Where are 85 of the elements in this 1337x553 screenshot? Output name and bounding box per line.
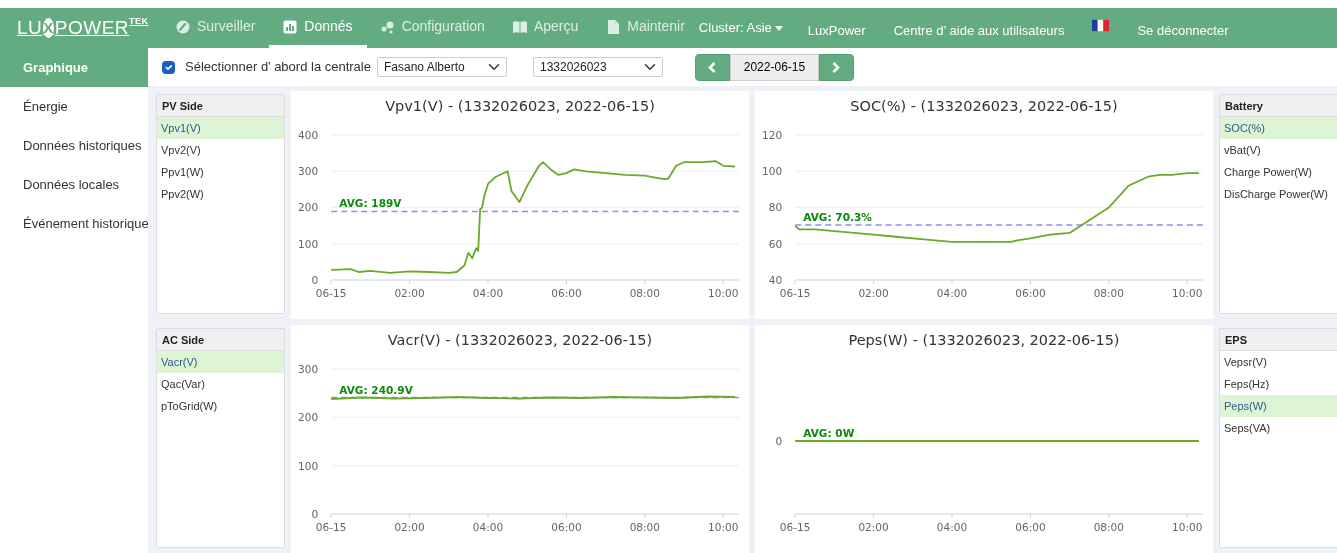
y-tick-label: 200 [298, 411, 319, 424]
average-label: AVG: 240.9V [339, 383, 413, 396]
x-tick-label: 08:00 [1093, 287, 1125, 299]
flag-icon [1092, 18, 1110, 32]
y-tick-label: 40 [768, 274, 783, 286]
select-first-label: Sélectionner d’ abord la centrale [185, 58, 371, 77]
chart-title: Vpv1(V) - (1332026023, 2022-06-15) [384, 97, 656, 116]
series-item[interactable]: Seps(VA) [1220, 417, 1337, 439]
x-tick-label: 06-15 [779, 521, 811, 533]
x-tick-label: 04:00 [936, 521, 968, 533]
x-tick-label: 08:00 [629, 521, 661, 533]
y-tick-label: 60 [768, 237, 783, 250]
x-tick-label: 06-15 [779, 287, 811, 299]
bar-chart-icon [283, 19, 298, 34]
list-header: EPS [1220, 329, 1337, 351]
sidebar-item[interactable]: Données historiques [0, 126, 148, 165]
date-field[interactable]: 2022-06-15 [729, 53, 819, 81]
x-tick-label: 02:00 [858, 521, 889, 533]
chevron-right-icon [832, 61, 841, 73]
y-tick-label: 200 [298, 201, 319, 214]
x-tick-label: 10:00 [1172, 287, 1203, 299]
x-tick-label: 06:00 [551, 287, 582, 299]
y-tick-label: 300 [298, 363, 319, 375]
x-tick-label: 02:00 [394, 521, 425, 533]
sidebar-item[interactable]: Événement historique [0, 204, 148, 243]
select-first-checkbox[interactable] [162, 60, 175, 74]
series-item[interactable]: pToGrid(W) [157, 395, 284, 417]
x-tick-label: 06-15 [315, 287, 347, 299]
series-item[interactable]: Feps(Hz) [1220, 373, 1337, 395]
caret-icon [774, 25, 783, 31]
list-header: AC Side [157, 329, 284, 351]
series-item[interactable]: Vepsr(V) [1220, 351, 1337, 373]
book-icon [512, 19, 527, 34]
y-tick-label: 100 [298, 237, 319, 250]
series-item[interactable]: Charge Power(W) [1220, 161, 1337, 183]
series-item[interactable]: Vpv2(V) [157, 139, 284, 161]
x-tick-label: 04:00 [472, 521, 504, 533]
x-tick-label: 04:00 [936, 287, 968, 299]
x-tick-label: 08:00 [1093, 521, 1125, 533]
y-tick-label: 100 [298, 459, 319, 472]
series-item[interactable]: Peps(W) [1220, 395, 1337, 417]
y-tick-label: 100 [762, 165, 783, 178]
y-tick-label: 120 [762, 129, 783, 141]
plant-select[interactable]: Fasano Alberto [376, 57, 507, 77]
chart-title: Vacr(V) - (1332026023, 2022-06-15) [386, 331, 654, 350]
x-tick-label: 08:00 [629, 287, 661, 299]
x-tick-label: 06:00 [1015, 287, 1046, 299]
x-tick-label: 06:00 [1015, 521, 1046, 533]
sidebar-item[interactable]: Énergie [0, 87, 148, 126]
dots-icon [380, 19, 395, 34]
list-header: Battery [1220, 95, 1337, 117]
sidebar-item[interactable]: Données locales [0, 165, 148, 204]
document-icon [606, 19, 621, 34]
series-item[interactable]: Ppv1(W) [157, 161, 284, 183]
chevron-left-icon [708, 61, 717, 73]
average-label: AVG: 0W [803, 427, 855, 439]
y-tick-label: 400 [298, 129, 319, 141]
x-tick-label: 10:00 [1172, 521, 1203, 533]
series-item[interactable]: Vacr(V) [157, 351, 284, 373]
x-tick-label: 02:00 [858, 287, 889, 299]
series-item[interactable]: Qac(Var) [157, 373, 284, 395]
y-tick-label: 0 [311, 508, 319, 520]
previous-day-button[interactable] [694, 53, 730, 81]
x-tick-label: 04:00 [472, 287, 504, 299]
x-tick-label: 06-15 [315, 521, 347, 533]
average-label: AVG: 70.3% [803, 211, 872, 224]
series-item[interactable]: vBat(V) [1220, 139, 1337, 161]
x-tick-label: 06:00 [551, 521, 582, 533]
x-tick-label: 10:00 [708, 287, 739, 299]
chart-title: SOC(%) - (1332026023, 2022-06-15) [849, 97, 1119, 116]
chart-title: Peps(W) - (1332026023, 2022-06-15) [847, 331, 1121, 350]
series-item[interactable]: SOC(%) [1220, 117, 1337, 139]
y-tick-label: 0 [775, 435, 783, 447]
x-tick-label: 10:00 [708, 521, 739, 533]
list-header: PV Side [157, 95, 284, 117]
device-select[interactable]: 1332026023 [532, 57, 663, 77]
y-tick-label: 300 [298, 165, 319, 178]
y-tick-label: 0 [311, 274, 319, 286]
series-item[interactable]: Vpv1(V) [157, 117, 284, 139]
y-tick-label: 80 [768, 201, 783, 214]
series-item[interactable]: DisCharge Power(W) [1220, 183, 1337, 205]
next-day-button[interactable] [818, 53, 854, 81]
x-tick-label: 02:00 [394, 287, 425, 299]
series-item[interactable]: Ppv2(W) [157, 183, 284, 205]
average-label: AVG: 189V [339, 197, 402, 210]
